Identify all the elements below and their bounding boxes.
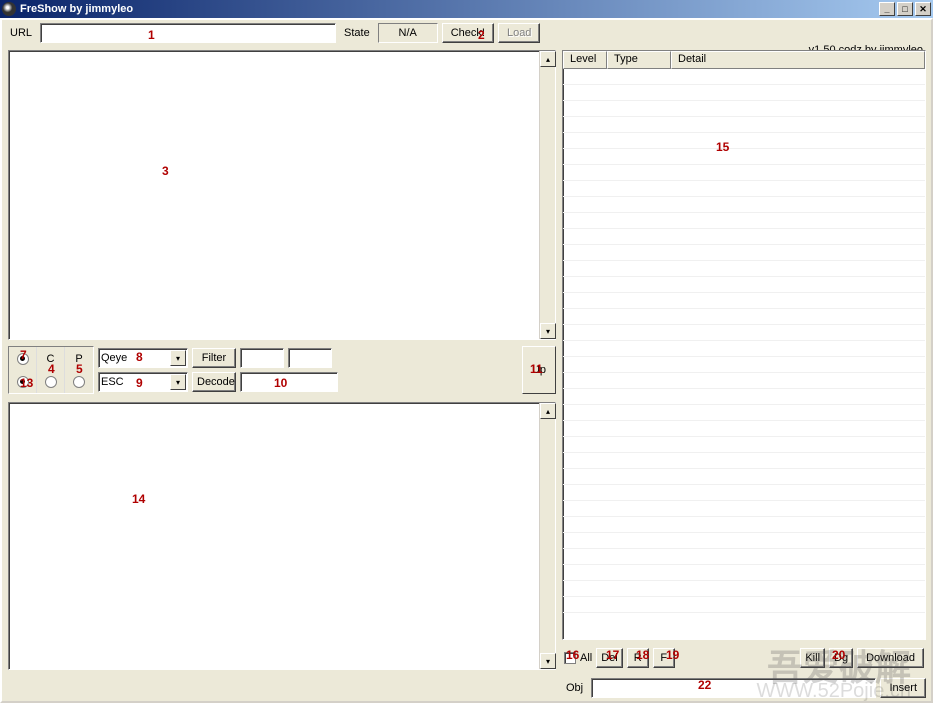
detail-list[interactable]: Level Type Detail (562, 50, 926, 640)
list-body (563, 69, 925, 613)
radio-label-p: P (75, 353, 82, 365)
all-checkbox[interactable] (564, 652, 576, 664)
window-title: FreShow by jimmyleo (20, 3, 133, 15)
obj-row: Obj Insert (562, 676, 926, 700)
lower-scrollbar[interactable]: ▴ ▾ (539, 403, 555, 669)
maximize-button[interactable]: □ (897, 2, 913, 16)
dg-button[interactable]: Dg (829, 648, 853, 668)
url-row: URL State N/A Check! Load (2, 20, 931, 46)
title-bar: FreShow by jimmyleo _ □ ✕ (0, 0, 933, 18)
lower-text-panel[interactable]: ▴ ▾ (8, 402, 556, 670)
upper-text-panel[interactable]: ▴ ▾ (8, 50, 556, 340)
col-type[interactable]: Type (607, 51, 671, 69)
state-value: N/A (378, 23, 438, 43)
obj-label: Obj (562, 682, 587, 694)
upper-scrollbar[interactable]: ▴ ▾ (539, 51, 555, 339)
bottom-button-row: All Del R F Kill Dg Download (562, 646, 926, 670)
f-button[interactable]: F (653, 648, 675, 668)
radio-group: C P (8, 346, 94, 394)
download-button[interactable]: Download (857, 648, 924, 668)
select-esc-value: ESC (101, 376, 124, 388)
radio-o-bot[interactable] (17, 376, 29, 388)
filter-button[interactable]: Filter (192, 348, 236, 368)
url-input[interactable] (40, 23, 336, 43)
filter-field-1[interactable] (240, 348, 284, 368)
check-button[interactable]: Check! (442, 23, 494, 43)
scroll-down-icon[interactable]: ▾ (540, 323, 556, 339)
del-button[interactable]: Del (596, 648, 623, 668)
col-level[interactable]: Level (563, 51, 607, 69)
dropdown-icon[interactable]: ▾ (170, 374, 186, 390)
decode-field[interactable] (240, 372, 338, 392)
list-row[interactable] (563, 69, 925, 85)
obj-input[interactable] (591, 678, 876, 698)
mid-toolbar: C P Qeye ▾ Filter ESC ▾ (8, 346, 556, 398)
select-esc[interactable]: ESC ▾ (98, 372, 188, 392)
dropdown-icon[interactable]: ▾ (170, 350, 186, 366)
state-label: State (340, 27, 374, 39)
url-label: URL (6, 27, 36, 39)
scroll-down-icon[interactable]: ▾ (540, 653, 556, 669)
radio-o-top[interactable] (17, 353, 29, 365)
r-button[interactable]: R (627, 648, 649, 668)
list-header: Level Type Detail (563, 51, 925, 69)
load-button[interactable]: Load (498, 23, 540, 43)
scroll-up-icon[interactable]: ▴ (540, 51, 556, 67)
all-label: All (580, 652, 592, 664)
up-button[interactable]: Up (522, 346, 556, 394)
kill-button[interactable]: Kill (800, 648, 825, 668)
select-qeye[interactable]: Qeye ▾ (98, 348, 188, 368)
radio-label-c: C (47, 353, 55, 365)
radio-c[interactable] (45, 376, 57, 388)
insert-button[interactable]: Insert (880, 678, 926, 698)
select-qeye-value: Qeye (101, 352, 127, 364)
decode-button[interactable]: Decode (192, 372, 236, 392)
col-detail[interactable]: Detail (671, 51, 925, 69)
app-icon (2, 2, 16, 16)
close-button[interactable]: ✕ (915, 2, 931, 16)
filter-field-2[interactable] (288, 348, 332, 368)
radio-p[interactable] (73, 376, 85, 388)
scroll-up-icon[interactable]: ▴ (540, 403, 556, 419)
minimize-button[interactable]: _ (879, 2, 895, 16)
